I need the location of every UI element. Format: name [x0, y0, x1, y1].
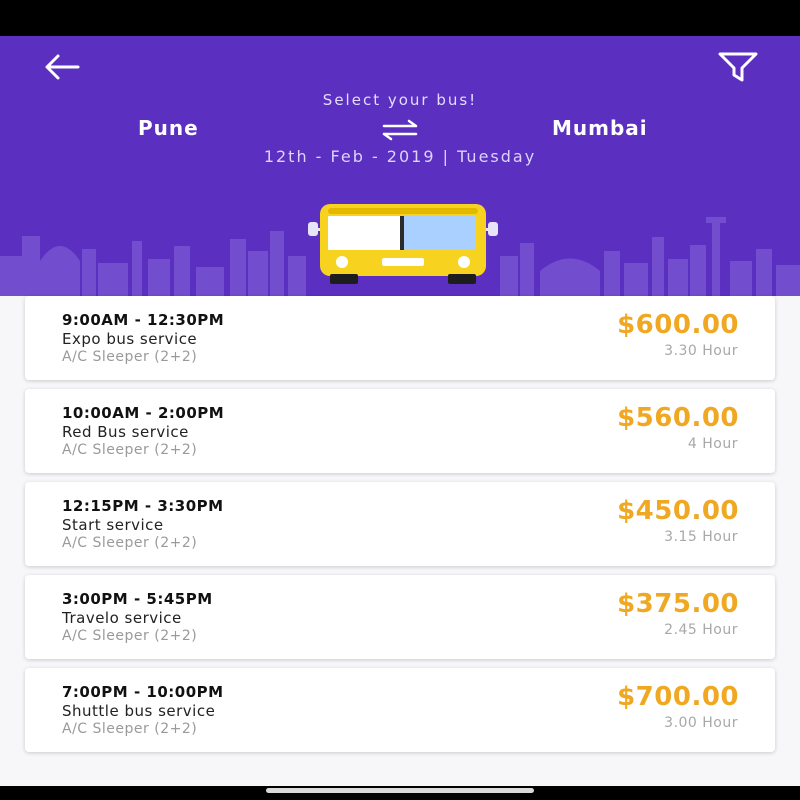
bus-list: 9:00AM - 12:30PM Expo bus service A/C Sl… [25, 296, 775, 761]
duration: 4 Hour [687, 436, 738, 452]
bus-card[interactable]: 10:00AM - 2:00PM Red Bus service A/C Sle… [25, 389, 775, 473]
swap-cities-button[interactable] [378, 119, 422, 141]
seat-type: A/C Sleeper (2+2) [62, 535, 198, 551]
header: Select your bus! Pune Mumbai 12th - Feb … [0, 36, 800, 296]
bus-card[interactable]: 9:00AM - 12:30PM Expo bus service A/C Sl… [25, 296, 775, 380]
bus-illustration [308, 204, 498, 284]
app-screen: Select your bus! Pune Mumbai 12th - Feb … [0, 36, 800, 786]
from-city: Pune [138, 116, 199, 140]
duration: 3.15 Hour [664, 529, 738, 545]
travel-date: 12th - Feb - 2019 | Tuesday [263, 147, 537, 166]
operator-name: Red Bus service [62, 423, 189, 441]
operator-name: Start service [62, 516, 164, 534]
price: $450.00 [617, 496, 739, 526]
swap-arrows-icon [382, 119, 418, 141]
filter-button[interactable] [716, 50, 760, 84]
departure-arrival-time: 10:00AM - 2:00PM [62, 404, 225, 422]
bus-card[interactable]: 12:15PM - 3:30PM Start service A/C Sleep… [25, 482, 775, 566]
price: $560.00 [617, 403, 739, 433]
arrow-left-icon [45, 54, 80, 80]
departure-arrival-time: 7:00PM - 10:00PM [62, 683, 224, 701]
price: $600.00 [617, 310, 739, 340]
home-indicator[interactable] [266, 788, 534, 793]
departure-arrival-time: 9:00AM - 12:30PM [62, 311, 225, 329]
page-subtitle: Select your bus! [322, 91, 478, 109]
departure-arrival-time: 3:00PM - 5:45PM [62, 590, 213, 608]
departure-arrival-time: 12:15PM - 3:30PM [62, 497, 224, 515]
operator-name: Shuttle bus service [62, 702, 216, 720]
seat-type: A/C Sleeper (2+2) [62, 442, 198, 458]
filter-icon [718, 52, 758, 82]
bus-card[interactable]: 3:00PM - 5:45PM Travelo service A/C Slee… [25, 575, 775, 659]
duration: 3.30 Hour [664, 343, 738, 359]
back-button[interactable] [42, 52, 82, 82]
to-city: Mumbai [552, 116, 648, 140]
duration: 3.00 Hour [664, 715, 738, 731]
seat-type: A/C Sleeper (2+2) [62, 628, 198, 644]
operator-name: Travelo service [62, 609, 182, 627]
seat-type: A/C Sleeper (2+2) [62, 721, 198, 737]
price: $375.00 [617, 589, 739, 619]
duration: 2.45 Hour [664, 622, 738, 638]
operator-name: Expo bus service [62, 330, 198, 348]
bus-card[interactable]: 7:00PM - 10:00PM Shuttle bus service A/C… [25, 668, 775, 752]
seat-type: A/C Sleeper (2+2) [62, 349, 198, 365]
price: $700.00 [617, 682, 739, 712]
